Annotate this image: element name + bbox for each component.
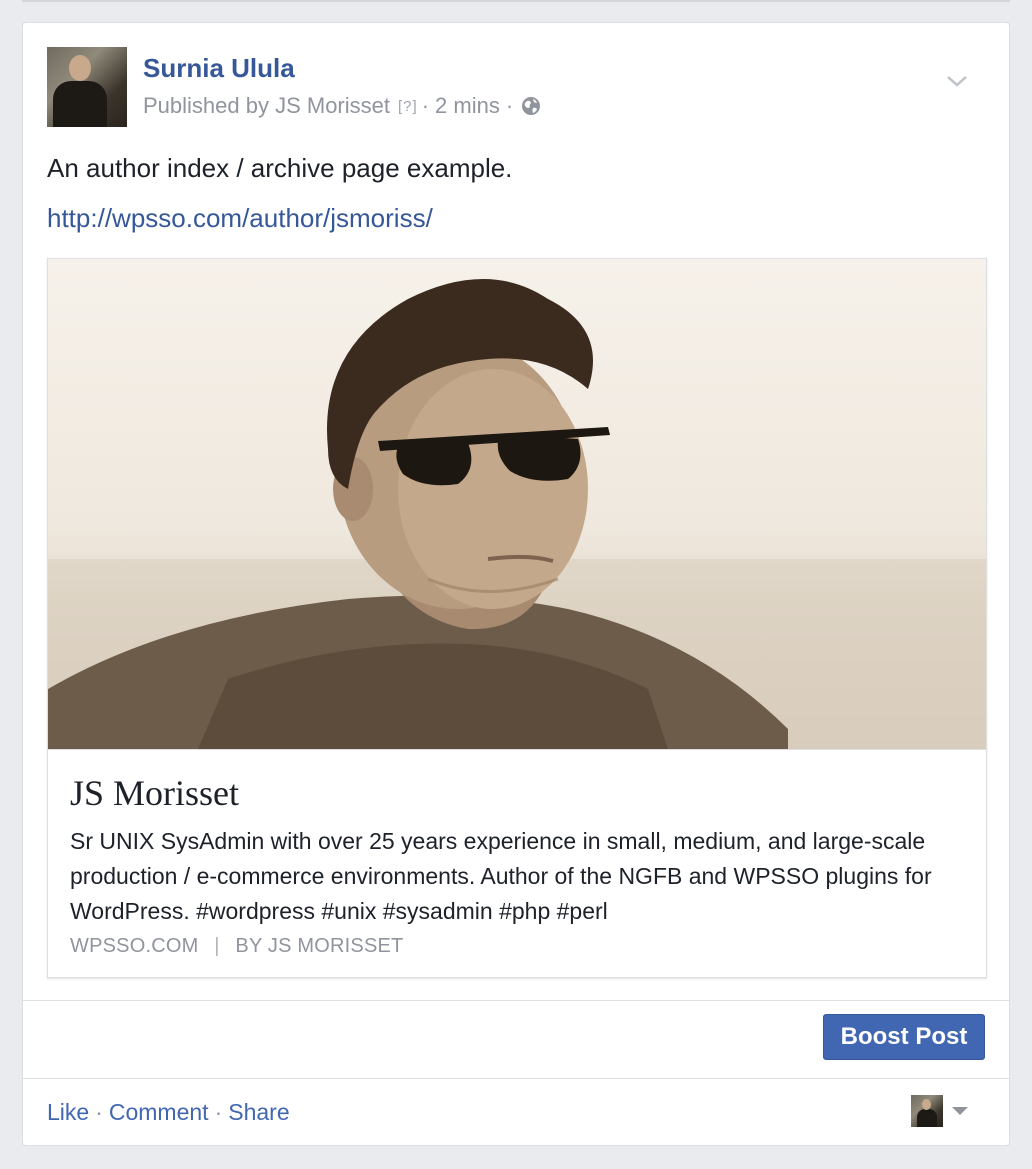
avatar-body-shape [53,81,107,127]
post-as-selector[interactable] [911,1095,969,1127]
preview-caption: JS Morisset Sr UNIX SysAdmin with over 2… [48,749,986,977]
avatar-head-shape [69,55,91,81]
domain-separator: | [214,935,220,957]
globe-icon[interactable] [521,96,541,116]
previous-card-edge [22,0,1010,2]
preview-title: JS Morisset [70,773,240,813]
preview-description: Sr UNIX SysAdmin with over 25 years expe… [70,828,932,924]
post-timestamp[interactable]: 2 mins [435,93,500,119]
post-meta: Published by JS Morisset [?] · 2 mins · [143,93,541,119]
viewer-avatar-head [922,1099,931,1110]
page-avatar[interactable] [47,47,127,127]
post-actions: Like · Comment · Share [47,1099,290,1126]
meta-separator: · [505,93,514,118]
published-by-text: Published by JS Morisset [143,93,390,118]
post-header: Surnia Ulula Published by JS Morisset [?… [47,47,985,129]
preview-domain: WPSSO.COM [70,935,199,957]
preview-source: WPSSO.COM | BY JS MORISSET [70,935,403,958]
post-link[interactable]: http://wpsso.com/author/jsmoriss/ [47,203,433,234]
page-name-link[interactable]: Surnia Ulula [143,53,295,84]
post-card: Surnia Ulula Published by JS Morisset [?… [22,22,1010,1146]
divider [23,1000,1009,1001]
preview-image[interactable] [48,259,986,749]
action-separator: · [214,1099,223,1125]
divider [23,1078,1009,1079]
caret-down-icon[interactable] [951,1105,969,1117]
boost-post-button[interactable]: Boost Post [823,1014,985,1060]
like-link[interactable]: Like [47,1099,89,1126]
portrait-illustration [48,279,986,749]
help-badge[interactable]: [?] [398,98,418,115]
comment-link[interactable]: Comment [109,1099,209,1126]
viewer-avatar[interactable] [911,1095,943,1127]
chevron-down-icon[interactable] [945,73,969,89]
meta-separator: · [421,93,430,118]
viewer-avatar-body [917,1109,937,1127]
preview-byline: BY JS MORISSET [235,935,404,957]
share-link[interactable]: Share [228,1099,289,1126]
post-message: An author index / archive page example. [47,153,513,183]
action-separator: · [95,1099,103,1125]
link-preview[interactable]: JS Morisset Sr UNIX SysAdmin with over 2… [47,258,987,978]
